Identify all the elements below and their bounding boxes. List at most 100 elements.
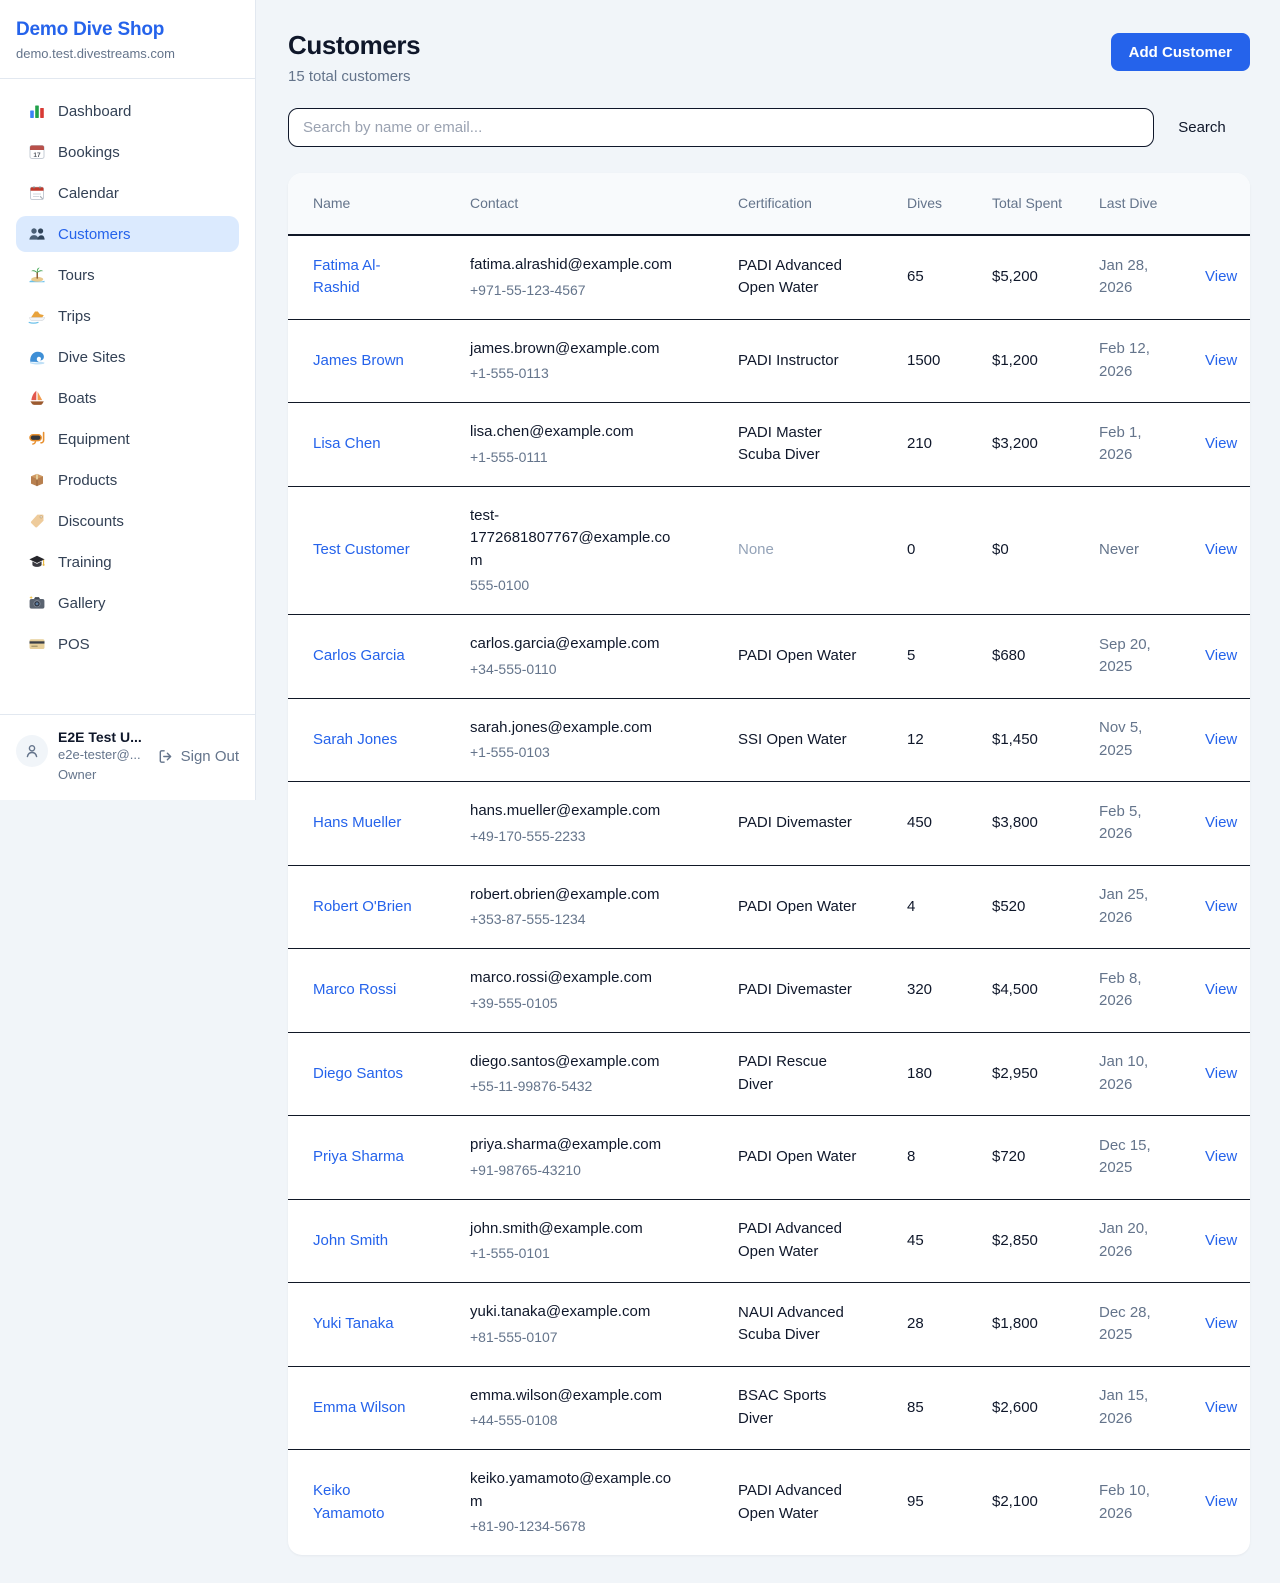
search-button[interactable]: Search [1154,119,1250,136]
customer-name-link[interactable]: Lisa Chen [313,433,381,456]
customer-email: keiko.yamamoto@example.com [470,1468,682,1513]
sign-out-label: Sign Out [181,748,239,765]
customer-name-link[interactable]: Hans Mueller [313,812,401,835]
view-link[interactable]: View [1205,981,1237,998]
customer-email: emma.wilson@example.com [470,1385,682,1408]
customer-total-spent: $3,200 [992,433,1075,456]
page-header: Customers 15 total customers Add Custome… [288,30,1250,85]
customers-table-card: NameContactCertificationDivesTotal Spent… [288,173,1250,1555]
view-link[interactable]: View [1205,352,1237,369]
customer-phone: +81-90-1234-5678 [470,1516,714,1537]
sidebar-item-training[interactable]: Training [16,544,239,580]
view-link[interactable]: View [1205,898,1237,915]
search-input[interactable] [288,108,1154,147]
customer-total-spent: $5,200 [992,266,1075,289]
view-link[interactable]: View [1205,1232,1237,1249]
customer-last-dive: Jan 20, 2026 [1099,1218,1163,1263]
sidebar-item-label: Boats [58,390,96,407]
customer-certification: NAUI Advanced Scuba Diver [738,1302,860,1347]
table-row: Yuki Tanakayuki.tanaka@example.com+81-55… [288,1283,1250,1367]
view-link[interactable]: View [1205,435,1237,452]
customer-name-link[interactable]: Sarah Jones [313,729,397,752]
column-header-last-dive: Last Dive [1087,173,1193,235]
table-header-row: NameContactCertificationDivesTotal Spent… [288,173,1250,235]
customer-last-dive: Dec 15, 2025 [1099,1135,1163,1180]
customer-total-spent: $2,100 [992,1491,1075,1514]
sidebar-item-dive-sites[interactable]: Dive Sites [16,339,239,375]
customer-name-link[interactable]: Robert O'Brien [313,896,412,919]
customer-name-link[interactable]: Yuki Tanaka [313,1313,394,1336]
add-customer-button[interactable]: Add Customer [1111,33,1250,71]
customer-phone: +1-555-0101 [470,1243,714,1264]
customer-last-dive: Feb 5, 2026 [1099,801,1163,846]
customer-name-link[interactable]: Test Customer [313,539,410,562]
table-row: Test Customertest-1772681807767@example.… [288,486,1250,615]
discounts-tag-icon [28,512,46,530]
view-link[interactable]: View [1205,731,1237,748]
customer-total-spent: $520 [992,896,1075,919]
view-link[interactable]: View [1205,541,1237,558]
user-email: e2e-tester@... [58,745,147,765]
customer-total-spent: $720 [992,1146,1075,1169]
customer-name-link[interactable]: John Smith [313,1230,388,1253]
customer-email: lisa.chen@example.com [470,421,682,444]
sidebar-item-tours[interactable]: Tours [16,257,239,293]
customer-name-link[interactable]: Priya Sharma [313,1146,404,1169]
customer-name-link[interactable]: Carlos Garcia [313,645,405,668]
sidebar-item-dashboard[interactable]: Dashboard [16,93,239,129]
sign-out-button[interactable]: Sign Out [157,748,239,765]
customer-name-link[interactable]: Emma Wilson [313,1397,406,1420]
table-row: Lisa Chenlisa.chen@example.com+1-555-011… [288,403,1250,487]
customer-name-link[interactable]: James Brown [313,350,404,373]
view-link[interactable]: View [1205,647,1237,664]
table-row: Carlos Garciacarlos.garcia@example.com+3… [288,615,1250,699]
view-link[interactable]: View [1205,268,1237,285]
view-link[interactable]: View [1205,814,1237,831]
customer-phone: +1-555-0103 [470,742,714,763]
sidebar-item-boats[interactable]: Boats [16,380,239,416]
sidebar-item-gallery[interactable]: Gallery [16,585,239,621]
view-link[interactable]: View [1205,1315,1237,1332]
customer-dives: 28 [907,1313,968,1336]
customer-total-spent: $2,850 [992,1230,1075,1253]
customer-name-link[interactable]: Fatima Al-Rashid [313,255,421,300]
sidebar-item-products[interactable]: Products [16,462,239,498]
sidebar-item-trips[interactable]: Trips [16,298,239,334]
sidebar-item-equipment[interactable]: Equipment [16,421,239,457]
customer-certification: SSI Open Water [738,729,860,752]
sidebar: Demo Dive Shop demo.test.divestreams.com… [0,0,256,800]
customer-certification: PADI Instructor [738,350,860,373]
table-row: Fatima Al-Rashidfatima.alrashid@example.… [288,235,1250,319]
sidebar-item-label: Trips [58,308,91,325]
customer-last-dive: Feb 1, 2026 [1099,422,1163,467]
sidebar-item-discounts[interactable]: Discounts [16,503,239,539]
customer-phone: +34-555-0110 [470,659,714,680]
table-row: James Brownjames.brown@example.com+1-555… [288,319,1250,403]
sidebar-item-label: POS [58,636,90,653]
shop-domain: demo.test.divestreams.com [16,46,239,61]
table-row: Hans Muellerhans.mueller@example.com+49-… [288,782,1250,866]
customer-phone: +353-87-555-1234 [470,909,714,930]
customer-phone: +1-555-0113 [470,363,714,384]
view-link[interactable]: View [1205,1065,1237,1082]
customer-count: 15 total customers [288,68,420,85]
view-link[interactable]: View [1205,1399,1237,1416]
customer-name-link[interactable]: Marco Rossi [313,979,396,1002]
sidebar-item-calendar[interactable]: Calendar [16,175,239,211]
view-link[interactable]: View [1205,1493,1237,1510]
sidebar-item-bookings[interactable]: 17Bookings [16,134,239,170]
person-icon [23,742,41,760]
customer-dives: 0 [907,539,968,562]
sidebar-item-label: Bookings [58,144,120,161]
customer-certification: PADI Open Water [738,896,860,919]
sidebar-item-pos[interactable]: POS [16,626,239,662]
sidebar-item-label: Discounts [58,513,124,530]
view-link[interactable]: View [1205,1148,1237,1165]
customer-name-link[interactable]: Diego Santos [313,1063,403,1086]
training-grad-cap-icon [28,553,46,571]
sidebar-item-customers[interactable]: Customers [16,216,239,252]
user-name: E2E Test U... [58,729,147,745]
customer-dives: 12 [907,729,968,752]
customer-name-link[interactable]: Keiko Yamamoto [313,1480,421,1525]
sidebar-item-label: Training [58,554,112,571]
